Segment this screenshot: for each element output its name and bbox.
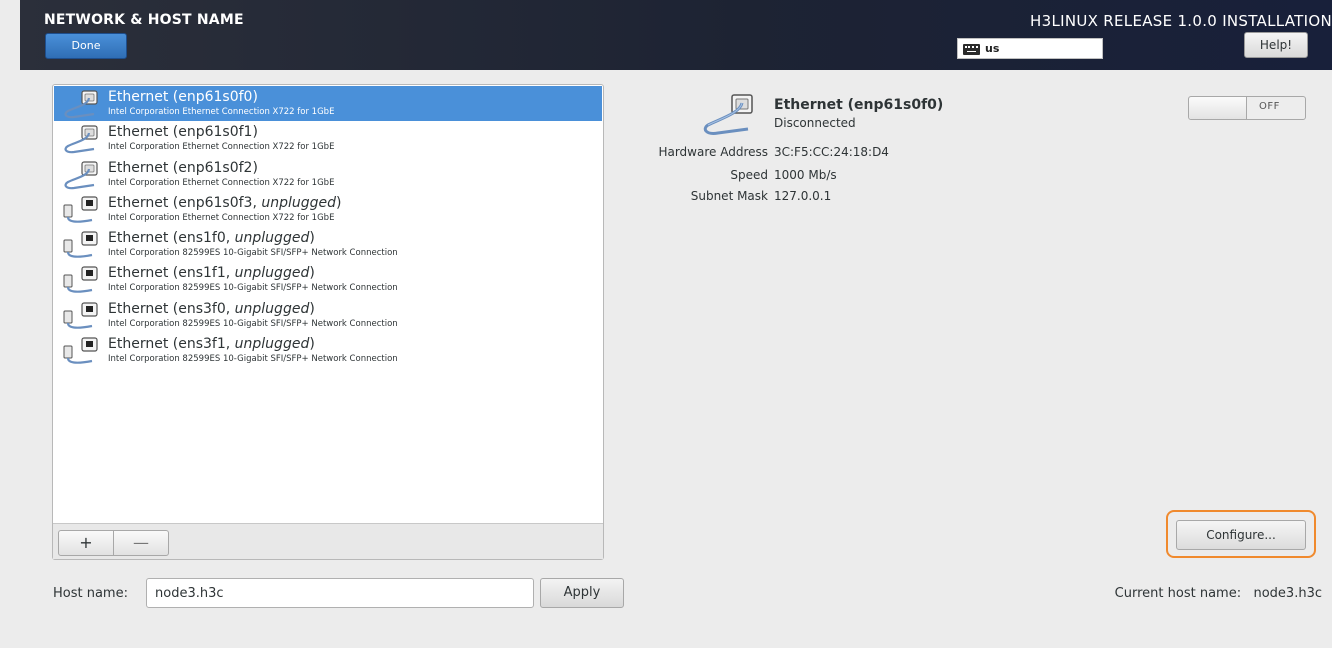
device-list-item[interactable]: Ethernet (enp61s0f1) Intel Corporation Et… [54, 121, 602, 156]
device-name-text: Ethernet (ens3f0, [108, 300, 235, 317]
subnet-mask-label: Subnet Mask [690, 189, 768, 203]
network-device-list: Ethernet (enp61s0f0) Intel Corporation Et… [54, 86, 602, 368]
device-name: Ethernet (enp61s0f0) [108, 89, 258, 105]
device-description: Intel Corporation 82599ES 10-Gigabit SFI… [108, 354, 398, 365]
ethernet-connected-icon [62, 124, 102, 154]
device-state-text: unplugged [234, 265, 310, 282]
header-bar: NETWORK & HOST NAME Done H3LINUX RELEASE… [20, 0, 1332, 70]
add-device-button[interactable]: + [58, 530, 114, 556]
subnet-mask-value: 127.0.0.1 [774, 189, 832, 203]
device-name-text: Ethernet (ens3f1, [108, 336, 235, 353]
hardware-address-value: 3C:F5:CC:24:18:D4 [774, 145, 889, 159]
current-host-name: Current host name: node3.h3c [1115, 586, 1322, 601]
device-list-item[interactable]: Ethernet (ens1f1, unplugged) Intel Corpor… [54, 262, 602, 297]
device-name: Ethernet (ens3f1, unplugged) [108, 336, 315, 353]
current-host-name-label: Current host name: [1114, 586, 1242, 601]
device-name-text: Ethernet (enp61s0f2) [108, 159, 258, 176]
ethernet-unplugged-icon [62, 230, 102, 260]
ethernet-unplugged-icon [62, 336, 102, 366]
device-description: Intel Corporation Ethernet Connection X7… [108, 107, 335, 117]
device-name-text: Ethernet (ens1f1, [108, 265, 235, 282]
done-button[interactable]: Done [45, 33, 127, 59]
release-title: H3LINUX RELEASE 1.0.0 INSTALLATION [1030, 12, 1332, 30]
ethernet-connected-icon [703, 94, 753, 135]
device-description: Intel Corporation Ethernet Connection X7… [108, 142, 335, 153]
device-list-item[interactable]: Ethernet (ens1f0, unplugged) Intel Corpor… [54, 227, 602, 262]
host-name-label: Host name: [53, 586, 128, 601]
ethernet-unplugged-icon [62, 195, 102, 225]
ethernet-connected-icon [62, 89, 102, 119]
device-list-item[interactable]: Ethernet (ens3f1, unplugged) Intel Corpor… [54, 333, 602, 368]
device-detail-title: Ethernet (enp61s0f0) [774, 97, 944, 113]
device-list-item[interactable]: Ethernet (enp61s0f2) Intel Corporation Et… [54, 157, 602, 192]
device-state-text: unplugged [261, 194, 337, 211]
speed-value: 1000 Mb/s [774, 168, 837, 182]
keyboard-layout-label: us [985, 42, 1000, 55]
ethernet-unplugged-icon [62, 265, 102, 295]
device-description: Intel Corporation Ethernet Connection X7… [108, 212, 335, 223]
host-name-input[interactable] [146, 578, 534, 608]
device-name: Ethernet (enp61s0f3, unplugged) [108, 194, 342, 211]
device-name: Ethernet (enp61s0f2) [108, 160, 258, 176]
speed-label: Speed [730, 168, 768, 182]
device-name-text: Ethernet (enp61s0f1) [108, 124, 258, 141]
remove-device-button[interactable]: — [113, 530, 169, 556]
device-description: Intel Corporation 82599ES 10-Gigabit SFI… [108, 248, 398, 259]
hardware-address-label: Hardware Address [658, 145, 768, 159]
device-name-text: Ethernet (enp61s0f0) [108, 89, 258, 105]
ethernet-unplugged-icon [62, 301, 102, 331]
device-state-text: unplugged [234, 336, 310, 353]
device-list-item[interactable]: Ethernet (ens3f0, unplugged) Intel Corpor… [54, 298, 602, 333]
network-device-list-panel: Ethernet (enp61s0f0) Intel Corporation Et… [52, 84, 604, 560]
apply-host-name-button[interactable]: Apply [540, 578, 624, 608]
device-enable-toggle[interactable]: OFF [1188, 96, 1306, 120]
device-state-text: unplugged [234, 230, 310, 247]
configure-button[interactable]: Configure... [1176, 520, 1306, 550]
device-description: Intel Corporation Ethernet Connection X7… [108, 177, 335, 188]
keyboard-icon [963, 44, 980, 55]
ethernet-connected-icon [62, 160, 102, 190]
device-list-item[interactable]: Ethernet (enp61s0f0) Intel Corporation Et… [54, 86, 602, 122]
device-name: Ethernet (ens1f0, unplugged) [108, 230, 315, 247]
current-host-name-value: node3.h3c [1253, 586, 1322, 601]
page-title: NETWORK & HOST NAME [44, 12, 244, 28]
device-connection-status: Disconnected [774, 116, 856, 130]
toggle-knob [1189, 97, 1247, 119]
keyboard-layout-indicator[interactable]: us [957, 38, 1103, 59]
device-name: Ethernet (ens3f0, unplugged) [108, 300, 315, 317]
toggle-state-label: OFF [1259, 101, 1280, 112]
device-list-toolbar: + — [53, 523, 603, 559]
device-name: Ethernet (enp61s0f1) [108, 124, 258, 140]
device-name-text: Ethernet (ens1f0, [108, 230, 235, 247]
help-button[interactable]: Help! [1244, 32, 1308, 58]
device-description: Intel Corporation 82599ES 10-Gigabit SFI… [108, 283, 398, 294]
device-description: Intel Corporation 82599ES 10-Gigabit SFI… [108, 318, 398, 329]
device-list-item[interactable]: Ethernet (enp61s0f3, unplugged) Intel Cor… [54, 192, 602, 227]
device-state-text: unplugged [234, 300, 310, 317]
device-name: Ethernet (ens1f1, unplugged) [108, 265, 315, 282]
device-name-text: Ethernet (enp61s0f3, [108, 194, 262, 211]
